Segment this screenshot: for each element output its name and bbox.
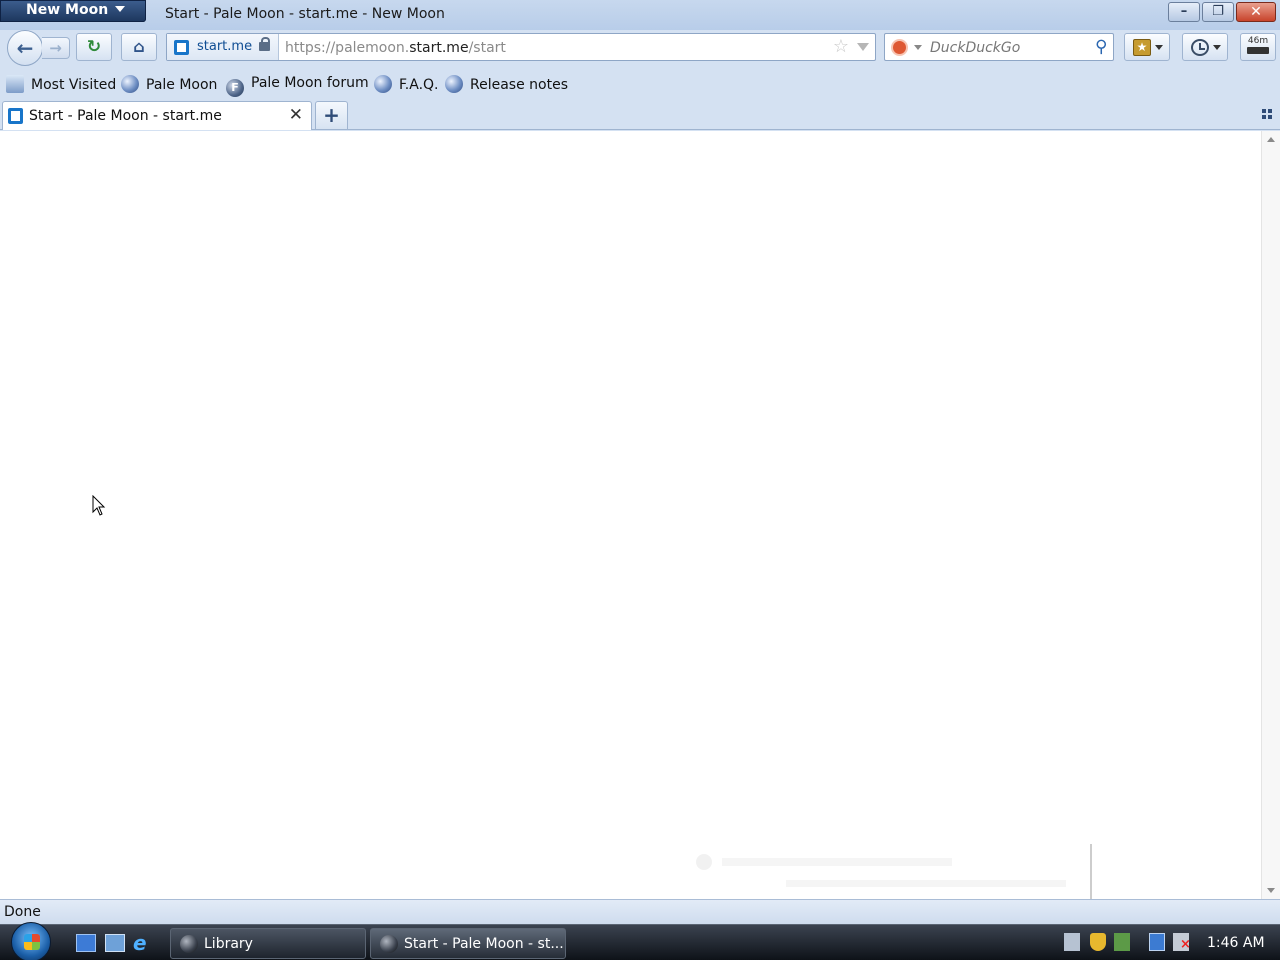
- bookmark-faq[interactable]: F.A.Q.: [374, 75, 439, 93]
- search-bar[interactable]: DuckDuckGo ⚲: [884, 33, 1114, 61]
- plus-icon: +: [323, 103, 340, 127]
- chevron-down-icon: [1155, 45, 1163, 50]
- bookmark-pale-moon-forum[interactable]: F Pale Moon forum: [226, 75, 369, 97]
- status-text: Done: [4, 904, 41, 920]
- url-history-dropdown-icon[interactable]: [857, 43, 869, 51]
- app-menu-label: New Moon: [26, 2, 109, 18]
- duckduckgo-icon[interactable]: [891, 39, 908, 56]
- back-button[interactable]: ←: [7, 30, 43, 66]
- url-path: /start: [468, 40, 506, 56]
- volume-muted-icon[interactable]: [1173, 933, 1191, 952]
- mouse-cursor-icon: [92, 495, 106, 516]
- tab-strip: Start - Pale Moon - start.me ✕ +: [0, 100, 1280, 130]
- bookmark-most-visited[interactable]: Most Visited: [6, 75, 116, 93]
- forward-arrow-icon: →: [49, 39, 62, 57]
- clock-icon: [1191, 39, 1209, 56]
- globe-icon: [121, 75, 139, 93]
- memory-chip-icon: [1247, 47, 1269, 54]
- start-me-favicon-icon: [8, 108, 23, 124]
- memory-label: 46m: [1247, 36, 1269, 46]
- start-me-favicon-icon: [174, 40, 189, 55]
- internet-explorer-icon[interactable]: e: [133, 933, 153, 953]
- reload-button[interactable]: ↻: [76, 33, 112, 61]
- globe-icon: [445, 75, 463, 93]
- pale-moon-icon: [180, 935, 198, 953]
- search-input[interactable]: DuckDuckGo: [930, 40, 1020, 56]
- navigation-toolbar: ← → ↻ ⌂ start.me https://palemoon.start.…: [0, 30, 1280, 68]
- bookmark-star-icon[interactable]: ☆: [833, 36, 849, 57]
- bookmark-pale-moon[interactable]: Pale Moon: [121, 75, 217, 93]
- lock-icon: [259, 37, 270, 51]
- url-bar[interactable]: start.me https://palemoon.start.me/start…: [166, 33, 876, 61]
- bookmarks-toolbar: Most Visited Pale Moon F Pale Moon forum …: [0, 70, 1280, 100]
- start-button[interactable]: [11, 922, 51, 960]
- tab-label: Start - Pale Moon - start.me: [29, 108, 222, 124]
- bookmark-label: Pale Moon forum: [251, 75, 369, 91]
- memory-button[interactable]: 46m: [1240, 33, 1276, 61]
- taskbar-item-label: Start - Pale Moon - st...: [404, 936, 564, 952]
- list-all-tabs-icon[interactable]: [1262, 109, 1273, 120]
- vertical-scrollbar[interactable]: [1261, 131, 1280, 899]
- identity-host: start.me: [197, 39, 253, 54]
- taskbar-item-label: Library: [204, 936, 253, 952]
- url-prefix: https://palemoon.: [285, 40, 410, 56]
- close-icon: ✕: [1250, 4, 1262, 20]
- bookmark-label: Release notes: [470, 77, 568, 93]
- restore-button[interactable]: ❐: [1202, 2, 1234, 22]
- tray-network-monitor-icon[interactable]: [1114, 933, 1130, 951]
- bookmarks-menu-button[interactable]: ★: [1124, 33, 1170, 61]
- tab-start-pale-moon[interactable]: Start - Pale Moon - start.me ✕: [2, 101, 312, 130]
- taskbar-item-library[interactable]: Library: [170, 928, 366, 959]
- url-input[interactable]: https://palemoon.start.me/start: [285, 40, 506, 56]
- close-window-button[interactable]: ✕: [1236, 2, 1276, 22]
- minimize-icon: –: [1180, 4, 1188, 19]
- status-bar: Done: [0, 899, 1280, 924]
- taskbar: e Library Start - Pale Moon - st... 1:46…: [0, 922, 1280, 960]
- bookmark-label: F.A.Q.: [399, 77, 439, 93]
- bookmarks-icon: ★: [1133, 39, 1151, 56]
- network-icon[interactable]: [1149, 933, 1165, 951]
- chevron-down-icon: [1213, 45, 1221, 50]
- forum-icon: F: [226, 79, 244, 97]
- taskbar-item-browser[interactable]: Start - Pale Moon - st...: [370, 928, 566, 959]
- search-engine-dropdown-icon[interactable]: [914, 45, 922, 50]
- show-desktop-icon[interactable]: [76, 934, 96, 952]
- title-bar: New Moon Start - Pale Moon - start.me - …: [0, 0, 1280, 30]
- history-menu-button[interactable]: [1182, 33, 1228, 61]
- switch-windows-icon[interactable]: [105, 934, 125, 952]
- home-button[interactable]: ⌂: [121, 33, 157, 61]
- pale-moon-icon: [380, 935, 398, 953]
- minimize-button[interactable]: –: [1168, 2, 1200, 22]
- home-icon: ⌂: [133, 37, 145, 56]
- scroll-down-icon[interactable]: [1267, 888, 1275, 893]
- app-menu-button[interactable]: New Moon: [0, 0, 146, 22]
- page-content[interactable]: [0, 131, 1280, 924]
- most-visited-icon: [6, 75, 24, 93]
- search-icon[interactable]: ⚲: [1095, 37, 1107, 57]
- window-title: Start - Pale Moon - start.me - New Moon: [165, 6, 445, 22]
- tray-device-icon[interactable]: [1064, 933, 1080, 951]
- reload-icon: ↻: [86, 37, 102, 57]
- globe-icon: [374, 75, 392, 93]
- new-tab-button[interactable]: +: [315, 101, 348, 129]
- bookmark-label: Pale Moon: [146, 77, 218, 93]
- scroll-up-icon[interactable]: [1267, 137, 1275, 142]
- back-arrow-icon: ←: [16, 36, 34, 60]
- bookmark-release-notes[interactable]: Release notes: [445, 75, 568, 93]
- clock[interactable]: 1:46 AM: [1207, 935, 1265, 951]
- url-domain: start.me: [409, 40, 469, 56]
- restore-icon: ❐: [1212, 4, 1224, 19]
- window-controls: – ❐ ✕: [1166, 2, 1276, 22]
- forward-button[interactable]: →: [42, 37, 70, 59]
- site-identity-button[interactable]: start.me: [167, 34, 279, 60]
- close-tab-icon[interactable]: ✕: [289, 105, 303, 125]
- chevron-down-icon: [115, 6, 126, 12]
- security-shield-icon[interactable]: [1090, 933, 1106, 951]
- bookmark-label: Most Visited: [31, 77, 117, 93]
